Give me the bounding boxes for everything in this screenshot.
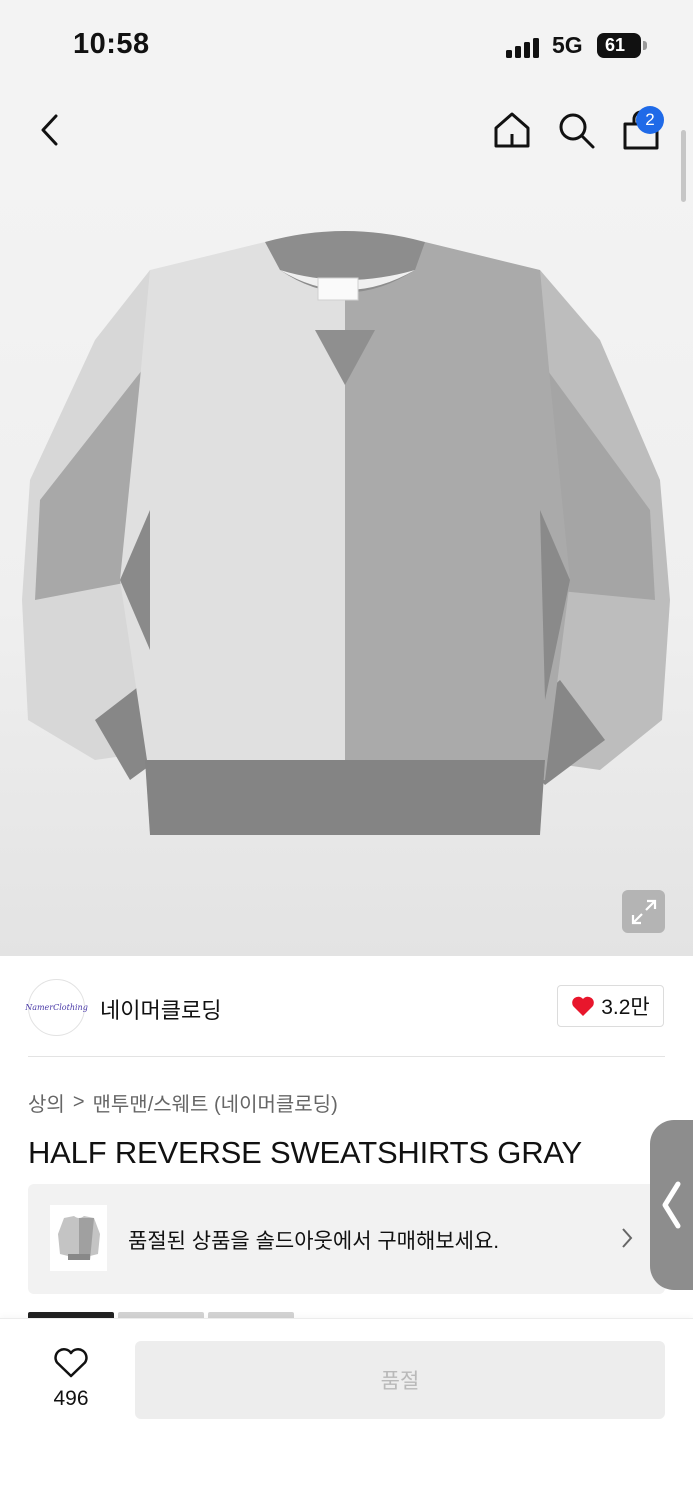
heart-filled-icon bbox=[572, 996, 595, 1016]
search-icon bbox=[559, 113, 595, 149]
scroll-indicator[interactable] bbox=[681, 130, 686, 202]
breadcrumb-subcategory[interactable]: 맨투맨/스웨트 (네이머클로딩) bbox=[93, 1088, 338, 1117]
back-icon bbox=[41, 114, 58, 146]
search-button[interactable] bbox=[552, 106, 600, 154]
breadcrumb-separator: > bbox=[72, 1091, 85, 1113]
brand-like-count: 3.2만 bbox=[601, 996, 650, 1019]
brand-name[interactable]: 네이머클로딩 bbox=[100, 993, 221, 1025]
product-image[interactable] bbox=[0, 180, 693, 956]
brand-like-button[interactable]: 3.2만 bbox=[557, 985, 664, 1027]
wishlist-count: 496 bbox=[53, 1387, 89, 1410]
cart-count-badge: 2 bbox=[636, 106, 664, 134]
soldout-banner[interactable]: 품절된 상품을 솔드아웃에서 구매해보세요. bbox=[28, 1184, 665, 1294]
brand-row: NamerClothing 네이머클로딩 3.2만 bbox=[0, 957, 693, 1057]
network-type: 5G bbox=[552, 32, 583, 58]
breadcrumb: 상의 > 맨투맨/스웨트 (네이머클로딩) bbox=[28, 1088, 338, 1117]
battery-level: 61 bbox=[604, 35, 626, 55]
side-panel-handle[interactable] bbox=[650, 1120, 693, 1290]
wishlist-button[interactable]: 496 bbox=[40, 1347, 102, 1417]
soldout-thumbnail bbox=[50, 1205, 107, 1271]
top-nav-bar bbox=[0, 90, 693, 180]
back-button[interactable] bbox=[26, 106, 74, 154]
expand-image-button[interactable] bbox=[622, 890, 665, 933]
breadcrumb-category[interactable]: 상의 bbox=[28, 1088, 65, 1117]
chevron-right-icon bbox=[622, 1228, 633, 1248]
expand-icon bbox=[631, 899, 656, 924]
brand-logo[interactable]: NamerClothing bbox=[25, 979, 88, 1036]
soldout-text: 품절된 상품을 솔드아웃에서 구매해보세요. bbox=[128, 1230, 500, 1253]
heart-outline-icon bbox=[54, 1348, 88, 1378]
product-title: HALF REVERSE SWEATSHIRTS GRAY bbox=[28, 1135, 583, 1170]
home-icon bbox=[494, 112, 530, 148]
status-time: 10:58 bbox=[73, 28, 150, 60]
battery-icon: 61 bbox=[597, 33, 647, 58]
bottom-action-bar: 496 품절 bbox=[0, 1318, 693, 1500]
chevron-left-icon bbox=[662, 1181, 681, 1229]
home-button[interactable] bbox=[488, 106, 536, 154]
sweatshirt-illustration bbox=[22, 231, 670, 835]
signal-icon bbox=[506, 36, 539, 58]
soldout-buy-button[interactable]: 품절 bbox=[135, 1341, 665, 1419]
brand-logo-text: NamerClothing bbox=[25, 1003, 88, 1012]
status-bar: 10:58 5G 61 bbox=[0, 0, 693, 90]
divider bbox=[28, 1056, 665, 1057]
